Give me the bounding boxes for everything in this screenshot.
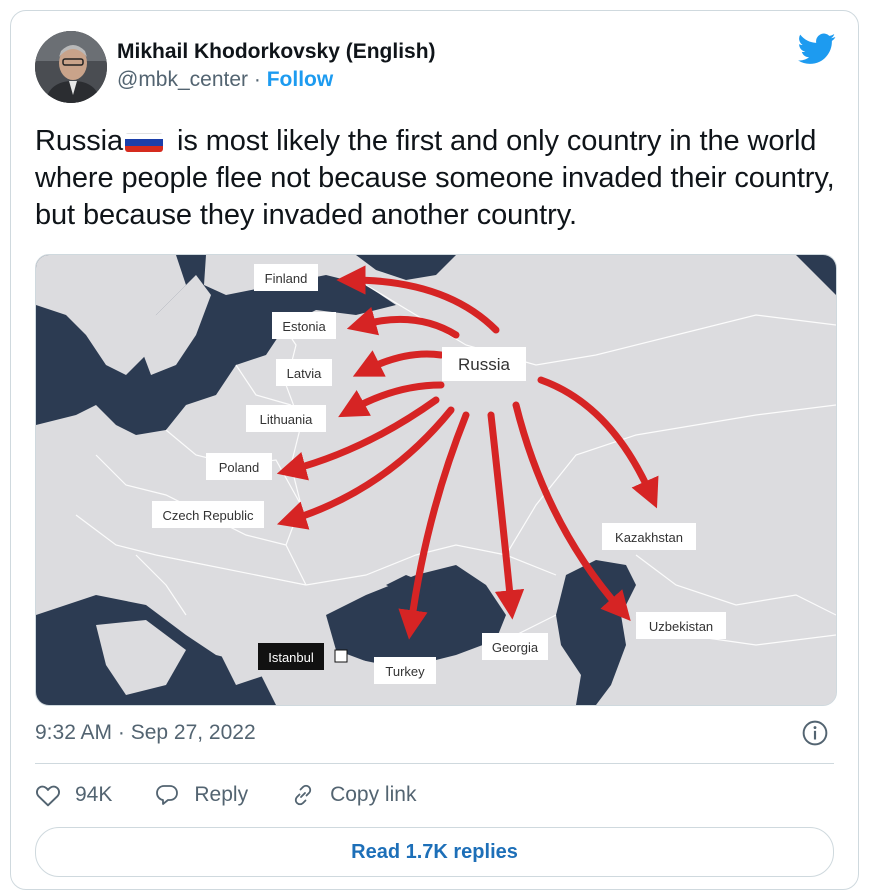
label-uzbekistan: Uzbekistan <box>649 619 713 634</box>
follow-button[interactable]: Follow <box>267 68 334 91</box>
reply-label: Reply <box>194 783 249 806</box>
label-turkey: Turkey <box>385 664 425 679</box>
reply-bubble-icon <box>156 785 179 805</box>
russia-flag-icon <box>125 133 164 152</box>
like-button[interactable]: 94K <box>35 783 112 807</box>
label-czech-republic: Czech Republic <box>162 508 254 523</box>
author-handle-row: @mbk_center · Follow <box>117 65 436 95</box>
like-count: 94K <box>75 783 113 806</box>
read-replies-button[interactable]: Read 1.7K replies <box>35 827 834 877</box>
avatar-image <box>35 31 107 103</box>
heart-icon <box>36 785 60 807</box>
divider <box>35 763 834 764</box>
label-russia: Russia <box>458 355 511 374</box>
map-image[interactable]: Finland Estonia Latvia Lithuania Poland … <box>35 254 837 706</box>
author-handle[interactable]: @mbk_center <box>117 68 248 91</box>
label-georgia: Georgia <box>492 640 539 655</box>
label-kazakhstan: Kazakhstan <box>615 530 683 545</box>
migration-map: Finland Estonia Latvia Lithuania Poland … <box>36 255 836 705</box>
copy-link-label: Copy link <box>330 783 417 806</box>
twitter-bird-icon[interactable] <box>798 33 836 65</box>
tweet-card: Mikhail Khodorkovsky (English) @mbk_cent… <box>10 10 859 890</box>
info-icon[interactable] <box>802 720 828 746</box>
label-estonia: Estonia <box>282 319 326 334</box>
istanbul-marker <box>334 649 348 663</box>
copy-link-button[interactable]: Copy link <box>290 783 416 807</box>
label-istanbul: Istanbul <box>268 650 314 665</box>
tweet-text: Russia is most likely the first and only… <box>35 123 835 234</box>
label-finland: Finland <box>265 271 308 286</box>
link-icon <box>294 784 312 806</box>
separator: · <box>253 68 261 91</box>
label-lithuania: Lithuania <box>260 412 314 427</box>
tweet-text-part1: Russia <box>35 125 124 157</box>
reply-button[interactable]: Reply <box>154 783 248 807</box>
action-bar: 94K Reply Copy link <box>35 783 458 807</box>
author-name[interactable]: Mikhail Khodorkovsky (English) <box>117 39 436 65</box>
label-latvia: Latvia <box>287 366 322 381</box>
author-block: Mikhail Khodorkovsky (English) @mbk_cent… <box>117 39 436 95</box>
timestamp[interactable]: 9:32 AM · Sep 27, 2022 <box>35 719 256 747</box>
label-poland: Poland <box>219 460 259 475</box>
avatar[interactable] <box>35 31 107 103</box>
